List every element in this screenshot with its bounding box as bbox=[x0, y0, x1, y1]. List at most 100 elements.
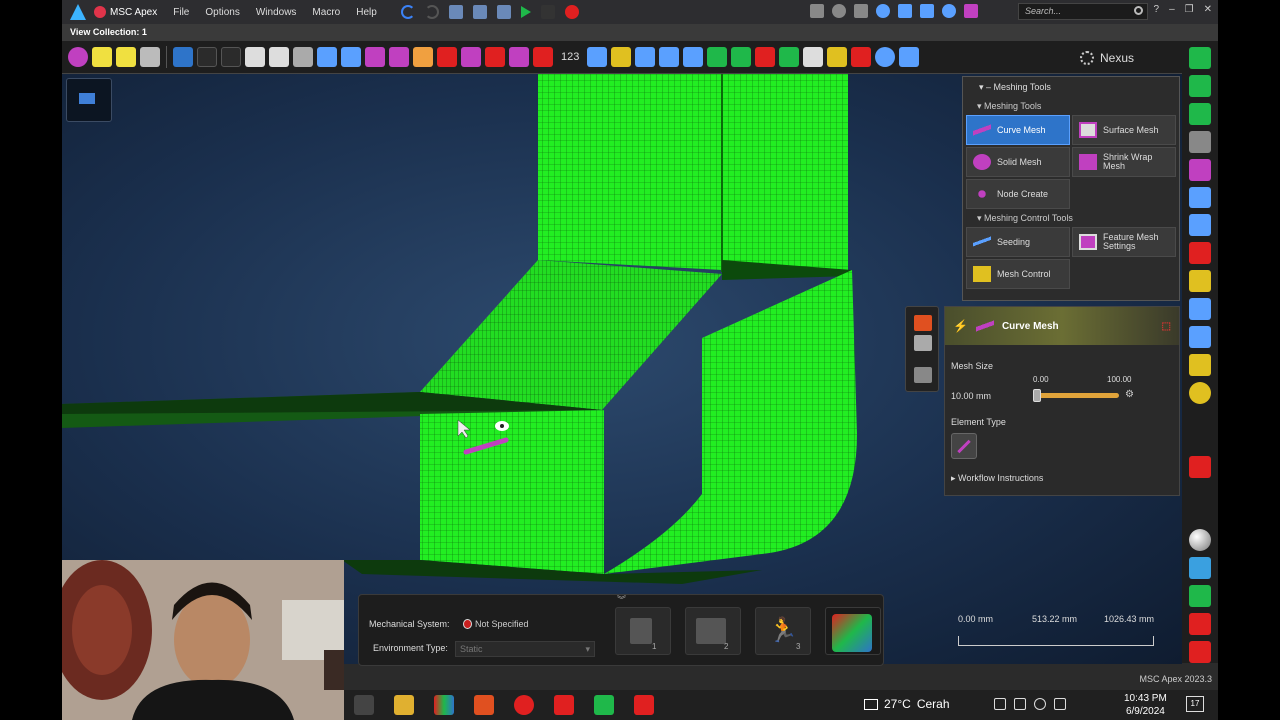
camera-icon[interactable] bbox=[810, 4, 824, 18]
search-input[interactable]: Search... bbox=[1018, 3, 1148, 20]
display-icon[interactable] bbox=[854, 4, 868, 18]
wave-icon[interactable] bbox=[1189, 298, 1211, 321]
info-icon[interactable] bbox=[876, 4, 890, 18]
pencil-icon[interactable] bbox=[1189, 270, 1211, 293]
eraser-icon[interactable] bbox=[1189, 130, 1211, 153]
import-icon[interactable] bbox=[496, 5, 511, 19]
grid-icon[interactable] bbox=[779, 47, 800, 67]
sketch-icon[interactable] bbox=[92, 47, 112, 67]
menu-file[interactable]: File bbox=[165, 7, 197, 18]
bulb-icon[interactable] bbox=[1189, 381, 1211, 404]
node-icon[interactable] bbox=[1189, 74, 1211, 97]
node-create-button[interactable]: Node Create bbox=[966, 179, 1070, 209]
tree-icon[interactable] bbox=[707, 47, 728, 67]
app-icon[interactable] bbox=[434, 695, 454, 715]
step-2-button[interactable]: 2 bbox=[685, 607, 741, 655]
counter-label[interactable]: 123 bbox=[561, 51, 579, 63]
layers-icon[interactable] bbox=[1189, 557, 1211, 580]
mech-system-value[interactable]: Not Specified bbox=[475, 619, 529, 629]
expand-icon[interactable]: ︾ bbox=[617, 593, 626, 606]
section-meshing-control-tools[interactable]: ▾ Meshing Control Tools bbox=[963, 209, 1179, 227]
coord-icon[interactable] bbox=[1189, 326, 1211, 348]
shrink-wrap-mesh-button[interactable]: Shrink Wrap Mesh bbox=[1072, 147, 1176, 177]
slider-handle[interactable] bbox=[1033, 389, 1041, 402]
menu-windows[interactable]: Windows bbox=[248, 7, 305, 18]
solid-icon[interactable] bbox=[140, 47, 160, 67]
record-icon[interactable] bbox=[564, 5, 579, 19]
chevron-up-icon[interactable] bbox=[994, 698, 1006, 710]
close-icon[interactable]: ✕ bbox=[1204, 4, 1212, 15]
c-green-icon[interactable] bbox=[594, 695, 614, 715]
notification-badge[interactable]: 17 bbox=[1186, 696, 1204, 712]
snapshot-icon[interactable] bbox=[832, 4, 846, 18]
connection-icon[interactable] bbox=[461, 47, 481, 67]
recorder-icon[interactable] bbox=[474, 695, 494, 715]
beam-icon[interactable] bbox=[635, 47, 656, 67]
section-meshing-tools[interactable]: ▾ Meshing Tools bbox=[963, 97, 1179, 115]
cube-green-icon[interactable] bbox=[1189, 47, 1211, 69]
ibeam-icon[interactable] bbox=[659, 47, 680, 67]
font-icon[interactable] bbox=[1189, 455, 1211, 478]
step-3-button[interactable]: 🏃 3 bbox=[755, 607, 811, 655]
file-explorer-icon[interactable] bbox=[394, 695, 414, 715]
menu-help[interactable]: Help bbox=[348, 7, 385, 18]
material-icon[interactable] bbox=[851, 47, 872, 67]
mesh-icon[interactable] bbox=[365, 47, 385, 67]
renumber-icon[interactable] bbox=[611, 47, 632, 67]
open-icon[interactable] bbox=[448, 5, 463, 19]
media-icon[interactable] bbox=[514, 695, 534, 715]
axes-icon[interactable] bbox=[1189, 186, 1211, 209]
check-icon[interactable] bbox=[587, 47, 608, 67]
constraint-view-icon[interactable] bbox=[1189, 242, 1211, 265]
panel-header[interactable]: ▾ – Meshing Tools bbox=[963, 77, 1179, 97]
volume-icon[interactable] bbox=[1054, 698, 1066, 710]
mesh-control-button[interactable]: Mesh Control bbox=[966, 259, 1070, 289]
redo-icon[interactable] bbox=[424, 5, 439, 19]
minimize-icon[interactable]: – bbox=[1169, 4, 1175, 15]
step-1-button[interactable]: 1 bbox=[615, 607, 671, 655]
curve-icon[interactable] bbox=[221, 47, 241, 67]
workflow-instructions[interactable]: ▸ Workflow Instructions bbox=[951, 473, 1043, 484]
mesh-size-slider[interactable] bbox=[1033, 393, 1119, 398]
delete-icon[interactable] bbox=[533, 47, 553, 67]
curve-mesh-button[interactable]: Curve Mesh bbox=[966, 115, 1070, 145]
lego-icon[interactable] bbox=[827, 47, 848, 67]
geometry-icon[interactable] bbox=[68, 47, 88, 67]
help-icon[interactable]: ? bbox=[1154, 4, 1160, 15]
mesh-size-input[interactable]: 10.00 mm bbox=[951, 387, 1027, 405]
mid-icon[interactable] bbox=[1189, 613, 1211, 635]
box-select-icon[interactable] bbox=[920, 4, 934, 18]
shape3d-icon[interactable] bbox=[899, 47, 920, 67]
undo-icon[interactable] bbox=[400, 5, 415, 19]
query-icon[interactable] bbox=[341, 47, 361, 67]
property-icon[interactable] bbox=[413, 47, 433, 67]
visibility-icon[interactable] bbox=[942, 4, 956, 18]
element-type-button[interactable] bbox=[951, 433, 977, 459]
save-icon[interactable] bbox=[472, 5, 487, 19]
weather-widget[interactable]: 27°C Cerah bbox=[864, 697, 950, 711]
dot-icon[interactable] bbox=[197, 47, 217, 67]
task-view-icon[interactable] bbox=[354, 695, 374, 715]
clock[interactable]: 10:43 PM 6/9/2024 bbox=[1124, 692, 1167, 718]
settings-icon[interactable]: ⚙ bbox=[1125, 389, 1134, 400]
load-icon[interactable] bbox=[437, 47, 457, 67]
node-icon[interactable] bbox=[509, 47, 529, 67]
restore-icon[interactable]: ❐ bbox=[1185, 4, 1194, 15]
msc-apex-task-icon[interactable] bbox=[554, 695, 574, 715]
exit-icon[interactable]: ⬚ bbox=[1162, 321, 1171, 332]
list-icon[interactable] bbox=[1189, 214, 1211, 237]
layers-red-icon[interactable] bbox=[1189, 641, 1211, 663]
chart-icon[interactable] bbox=[755, 47, 776, 67]
menu-macro[interactable]: Macro bbox=[304, 7, 348, 18]
env-type-select[interactable]: Static ▾ bbox=[455, 641, 595, 657]
user-icon[interactable] bbox=[964, 4, 978, 18]
surface-icon[interactable] bbox=[116, 47, 136, 67]
solid-mesh-button[interactable]: Solid Mesh bbox=[966, 147, 1070, 177]
stop-icon[interactable] bbox=[540, 5, 555, 19]
layer-icon[interactable] bbox=[683, 47, 704, 67]
constraint-icon[interactable] bbox=[485, 47, 505, 67]
globe-icon[interactable] bbox=[1034, 698, 1046, 710]
layers-green-icon[interactable] bbox=[1189, 585, 1211, 608]
warning-icon[interactable] bbox=[803, 47, 824, 67]
cube-icon[interactable] bbox=[269, 47, 289, 67]
